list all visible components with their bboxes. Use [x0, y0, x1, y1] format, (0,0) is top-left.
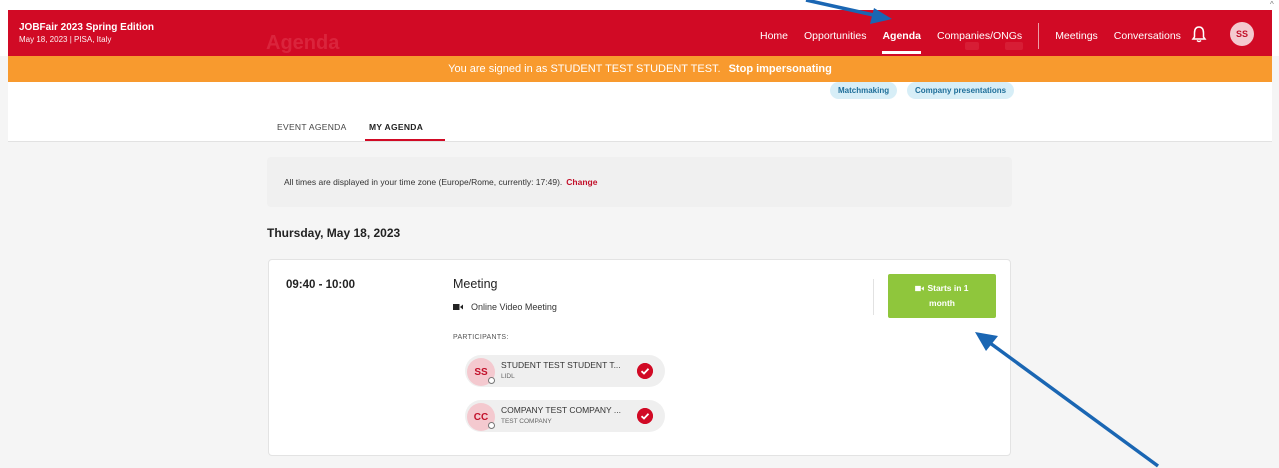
bell-icon[interactable] — [1191, 25, 1207, 43]
starts-line-1: Starts in 1 — [888, 281, 996, 296]
event-brand[interactable]: JOBFair 2023 Spring Edition May 18, 2023… — [19, 22, 154, 45]
meeting-time: 09:40 - 10:00 — [286, 279, 356, 291]
filter-company-presentations[interactable]: Company presentations — [907, 82, 1015, 99]
filter-matchmaking[interactable]: Matchmaking — [830, 82, 898, 99]
check-icon — [637, 408, 653, 424]
event-title: JOBFair 2023 Spring Edition — [19, 22, 155, 33]
starts-text-2: month — [929, 298, 955, 308]
nav-companies[interactable]: Companies/ONGs — [937, 30, 1022, 42]
change-timezone-link[interactable]: Change — [566, 177, 597, 187]
nav-home[interactable]: Home — [760, 30, 788, 42]
nav-meetings[interactable]: Meetings — [1055, 30, 1098, 42]
active-tab-indicator — [365, 139, 445, 141]
starts-text-1: Starts in 1 — [927, 283, 969, 293]
tab-event-agenda[interactable]: EVENT AGENDA — [277, 122, 347, 132]
participant-org: TEST COMPANY — [501, 418, 552, 425]
status-dot-icon — [488, 377, 495, 384]
card-divider — [873, 279, 874, 315]
impersonation-banner: You are signed in as STUDENT TEST STUDEN… — [8, 56, 1272, 82]
participant-name: COMPANY TEST COMPANY ... — [501, 405, 621, 415]
agenda-header: Matchmaking Company presentations EVENT … — [8, 82, 1272, 142]
status-dot-icon — [488, 422, 495, 429]
tab-my-agenda[interactable]: MY AGENDA — [369, 122, 423, 132]
nav-separator — [1038, 23, 1040, 49]
nav-agenda[interactable]: Agenda — [882, 30, 921, 54]
page-title-behind: Agenda — [266, 32, 340, 54]
nav-opportunities[interactable]: Opportunities — [804, 30, 866, 42]
date-heading: Thursday, May 18, 2023 — [267, 226, 401, 240]
video-camera-icon — [915, 285, 925, 291]
participant-name: STUDENT TEST STUDENT T... — [501, 360, 621, 370]
participant-chip[interactable]: CC COMPANY TEST COMPANY ... TEST COMPANY — [465, 400, 665, 432]
chevron-up-icon: ^ — [1270, 0, 1274, 9]
user-avatar[interactable]: SS — [1230, 22, 1254, 46]
meeting-title: Meeting — [453, 277, 498, 291]
participants-label: PARTICIPANTS: — [453, 334, 509, 341]
timezone-notice: All times are displayed in your time zon… — [267, 157, 1012, 207]
participant-org: LIDL — [501, 373, 515, 380]
meeting-card: 09:40 - 10:00 Meeting Online Video Meeti… — [268, 259, 1011, 456]
event-subtitle: May 18, 2023 | PISA, Italy — [19, 35, 112, 44]
nav-conversations[interactable]: Conversations — [1114, 30, 1181, 42]
video-camera-icon — [453, 304, 463, 310]
participant-chip[interactable]: SS STUDENT TEST STUDENT T... LIDL — [465, 355, 665, 387]
stop-impersonating-link[interactable]: Stop impersonating — [729, 63, 832, 75]
meeting-type: Online Video Meeting — [453, 302, 557, 312]
impersonation-text: You are signed in as STUDENT TEST STUDEN… — [448, 63, 721, 75]
timezone-text: All times are displayed in your time zon… — [284, 177, 563, 187]
starts-in-button[interactable]: Starts in 1 month — [888, 274, 996, 318]
main-navbar: JOBFair 2023 Spring Edition May 18, 2023… — [8, 10, 1272, 56]
check-icon — [637, 363, 653, 379]
meeting-type-label: Online Video Meeting — [471, 302, 557, 312]
nav-links: Home Opportunities Agenda Companies/ONGs… — [760, 23, 1197, 54]
